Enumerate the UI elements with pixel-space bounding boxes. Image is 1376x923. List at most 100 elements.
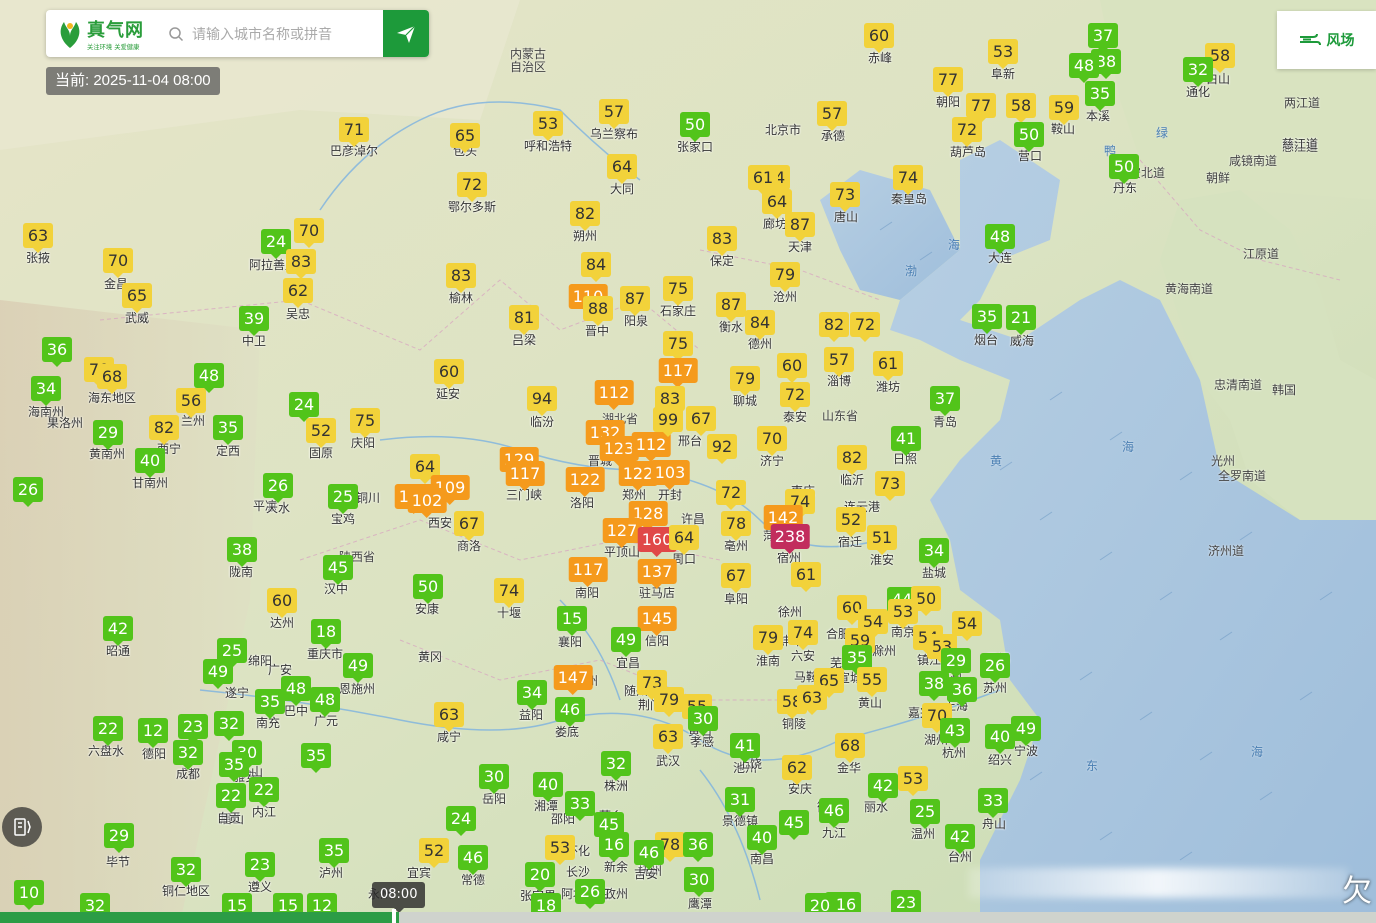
playback-control-button[interactable] (2, 807, 42, 847)
aqi-marker[interactable]: 67 (686, 406, 716, 436)
aqi-marker[interactable]: 75 (663, 276, 693, 306)
aqi-marker[interactable]: 23 (178, 714, 208, 744)
aqi-marker[interactable]: 26 (575, 879, 605, 909)
aqi-marker[interactable]: 50 (1014, 122, 1044, 152)
city-label[interactable]: 铜川 (356, 489, 380, 506)
aqi-marker[interactable]: 53 (898, 766, 928, 796)
aqi-marker[interactable]: 35 (219, 752, 249, 782)
aqi-marker[interactable]: 21 (1006, 305, 1036, 335)
aqi-marker[interactable]: 33 (565, 791, 595, 821)
aqi-marker[interactable]: 50 (413, 574, 443, 604)
aqi-marker[interactable]: 15 (557, 606, 587, 636)
aqi-marker[interactable]: 24 (289, 392, 319, 422)
aqi-marker[interactable]: 52 (836, 507, 866, 537)
aqi-marker[interactable]: 94 (527, 386, 557, 416)
aqi-marker[interactable]: 49 (343, 653, 373, 683)
aqi-marker[interactable]: 35 (972, 304, 1002, 334)
aqi-marker[interactable]: 32 (601, 751, 631, 781)
aqi-marker[interactable]: 22 (249, 777, 279, 807)
aqi-marker[interactable]: 57 (599, 99, 629, 129)
aqi-marker[interactable]: 41 (891, 426, 921, 456)
aqi-marker[interactable]: 79 (770, 262, 800, 292)
aqi-marker[interactable]: 102 (407, 488, 447, 518)
aqi-marker[interactable]: 38 (919, 671, 949, 701)
aqi-marker[interactable]: 38 (227, 537, 257, 567)
aqi-marker[interactable]: 73 (830, 182, 860, 212)
aqi-marker[interactable]: 36 (42, 337, 72, 367)
aqi-marker[interactable]: 145 (637, 606, 677, 636)
aqi-marker[interactable]: 64 (762, 189, 792, 219)
city-label[interactable]: 武汉 (656, 752, 680, 769)
aqi-marker[interactable]: 87 (620, 286, 650, 316)
aqi-marker[interactable]: 48 (985, 224, 1015, 254)
aqi-marker[interactable]: 57 (824, 347, 854, 377)
aqi-marker[interactable]: 60 (267, 588, 297, 618)
aqi-marker[interactable]: 42 (103, 616, 133, 646)
aqi-marker[interactable]: 60 (864, 23, 894, 53)
aqi-marker[interactable]: 48 (310, 687, 340, 717)
aqi-marker[interactable]: 33 (978, 788, 1008, 818)
aqi-marker[interactable]: 40 (135, 448, 165, 478)
aqi-marker[interactable]: 48 (1069, 53, 1099, 83)
aqi-marker[interactable]: 68 (835, 733, 865, 763)
aqi-marker[interactable]: 37 (930, 386, 960, 416)
aqi-marker[interactable]: 81 (509, 305, 539, 335)
aqi-marker[interactable]: 46 (458, 845, 488, 875)
aqi-marker[interactable]: 61 (791, 562, 821, 592)
aqi-marker[interactable]: 30 (479, 764, 509, 794)
aqi-marker[interactable]: 46 (819, 798, 849, 828)
aqi-marker[interactable]: 40 (533, 772, 563, 802)
aqi-marker[interactable]: 63 (23, 223, 53, 253)
aqi-marker[interactable]: 88 (583, 296, 613, 326)
aqi-marker[interactable]: 70 (757, 426, 787, 456)
aqi-marker[interactable]: 70 (103, 248, 133, 278)
aqi-marker[interactable]: 63 (434, 702, 464, 732)
aqi-marker[interactable]: 60 (777, 353, 807, 383)
aqi-marker[interactable]: 22 (93, 716, 123, 746)
aqi-marker[interactable]: 30 (684, 867, 714, 897)
aqi-marker[interactable]: 51 (867, 525, 897, 555)
city-label[interactable]: 慈江道 (1282, 135, 1318, 152)
aqi-marker[interactable]: 79 (753, 625, 783, 655)
aqi-marker[interactable]: 65 (122, 283, 152, 313)
aqi-marker[interactable]: 112 (594, 380, 634, 410)
aqi-marker[interactable]: 48 (194, 363, 224, 393)
aqi-marker[interactable]: 37 (1088, 23, 1118, 53)
aqi-marker[interactable]: 34 (517, 680, 547, 710)
aqi-marker[interactable]: 10 (14, 880, 44, 910)
aqi-marker[interactable]: 55 (857, 667, 887, 697)
aqi-marker[interactable]: 72 (716, 480, 746, 510)
aqi-map[interactable]: 内蒙古 自治区 陕西省 山东省 湖北省 朝鲜 韩国 黄海南道 江原道 忠清南道 全罗南道 光州 济州道平… (0, 0, 1376, 923)
aqi-marker[interactable]: 26 (263, 473, 293, 503)
aqi-marker[interactable]: 87 (785, 212, 815, 242)
aqi-marker[interactable]: 137 (637, 559, 677, 589)
aqi-marker[interactable]: 32 (214, 711, 244, 741)
aqi-marker[interactable]: 34 (31, 376, 61, 406)
aqi-marker[interactable]: 35 (1085, 81, 1115, 111)
aqi-marker[interactable]: 127 (602, 518, 642, 548)
aqi-marker[interactable]: 78 (721, 511, 751, 541)
aqi-marker[interactable]: 35 (301, 743, 331, 773)
aqi-marker[interactable]: 77 (966, 93, 996, 123)
aqi-marker[interactable]: 46 (555, 697, 585, 727)
aqi-marker[interactable]: 49 (611, 627, 641, 657)
city-label[interactable]: 滁州 (872, 642, 896, 659)
aqi-marker[interactable]: 117 (658, 358, 698, 388)
aqi-marker[interactable]: 50 (1109, 154, 1139, 184)
aqi-marker[interactable]: 74 (893, 165, 923, 195)
city-label[interactable]: 北京市 (765, 121, 801, 138)
aqi-marker[interactable]: 72 (457, 172, 487, 202)
aqi-marker[interactable]: 58 (1006, 93, 1036, 123)
aqi-marker[interactable]: 46 (634, 840, 664, 870)
aqi-marker[interactable]: 59 (1049, 95, 1079, 125)
search-submit-button[interactable] (383, 10, 429, 57)
aqi-marker[interactable]: 75 (350, 408, 380, 438)
aqi-marker[interactable]: 82 (149, 415, 179, 445)
aqi-marker[interactable]: 77 (933, 67, 963, 97)
wind-field-button[interactable]: 风场 (1277, 11, 1376, 69)
aqi-marker[interactable]: 75 (663, 331, 693, 361)
aqi-marker[interactable]: 36 (683, 832, 713, 862)
aqi-marker[interactable]: 52 (419, 838, 449, 868)
aqi-marker[interactable]: 25 (910, 799, 940, 829)
city-label[interactable]: 黄冈 (418, 648, 442, 665)
